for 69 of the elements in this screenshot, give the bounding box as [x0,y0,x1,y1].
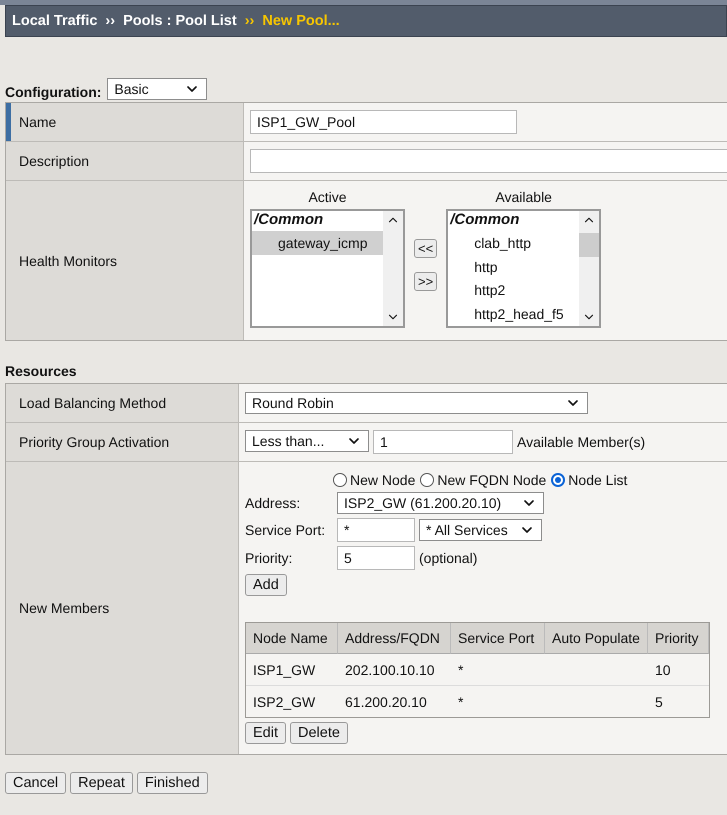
hint-text: (optional) [419,550,478,566]
monitor-option[interactable]: http2 [448,278,580,302]
radio-label: New Node [350,472,416,488]
service-port-field[interactable]: * [337,518,415,542]
radio-label: Node List [568,472,628,488]
radio-button[interactable] [551,473,566,487]
column-header: Address/FQDN [338,623,451,654]
form-button[interactable]: Finished [136,772,208,794]
field-label: Load Balancing Method [19,395,166,411]
table-cell: ISP2_GW [246,685,338,717]
priority-dropdown[interactable]: Less than... [245,430,369,452]
configuration-label: Configuration: [5,84,102,100]
move-left-button[interactable]: << [414,239,438,258]
column-header: Node Name [246,623,338,654]
scrollbar[interactable] [579,211,600,326]
priority-field[interactable]: 5 [337,546,415,570]
field-label: Address: [245,495,302,511]
monitor-option[interactable]: clab_http [448,230,580,255]
field-label: Name [19,114,56,130]
field-label: Priority: [245,550,294,566]
table-cell-text: 202.100.10.10 [344,660,436,680]
scrollbar[interactable] [383,211,403,326]
breadcrumb-item[interactable]: Local Traffic [12,13,98,29]
list-heading: Available [495,189,552,205]
column-header: Auto Populate [545,623,648,654]
monitor-option[interactable]: http2_head_f5 [448,302,580,326]
column-header: Service Port [451,623,545,654]
folder-label: /Common [448,211,520,230]
breadcrumb-separator: ›› [244,13,254,29]
address-dropdown[interactable]: ISP2_GW (61.200.20.10) [337,492,544,514]
configuration-dropdown[interactable]: Basic [107,78,208,100]
form-button[interactable]: Repeat [70,772,133,794]
radio-button[interactable] [333,473,347,487]
action-button[interactable]: Edit [245,722,286,744]
table-cell: 61.200.20.10 [338,685,451,717]
table-cell-text: * [457,660,464,680]
scroll-thumb[interactable] [579,233,600,257]
monitor-option[interactable]: http [448,254,580,278]
hint-text: Available Member(s) [517,434,646,450]
name-field[interactable]: ISP1_GW_Pool [250,110,517,134]
table-cell: * [451,685,545,717]
column-header: Priority [648,623,709,654]
breadcrumb-item: New Pool... [262,13,340,29]
section-title: Resources [5,363,78,381]
radio-label: New FQDN Node [437,472,546,488]
service-dropdown[interactable]: * All Services [419,519,542,541]
breadcrumb-item[interactable]: Pools : Pool List [123,13,237,29]
list-heading: Active [308,189,347,205]
add-button[interactable]: Add [245,574,287,596]
action-button[interactable]: Delete [290,722,348,744]
member-count-field[interactable]: 1 [373,430,513,454]
field-label: Health Monitors [19,252,118,268]
breadcrumb-separator: ›› [105,13,116,29]
move-right-button[interactable]: >> [414,272,438,291]
radio-button[interactable] [420,473,434,487]
field-label: Service Port: [245,522,326,538]
field-label: Description [19,153,90,169]
table-cell-text: ISP1_GW [252,660,316,680]
description-field[interactable] [250,149,727,173]
folder-label: /Common [252,211,324,230]
table-cell-text: 10 [654,660,672,680]
monitor-listbox[interactable]: /Common clab_http http http2 http2_head_f5 [446,209,602,328]
form-button[interactable]: Cancel [5,772,66,794]
table-cell: 5 [648,685,709,717]
monitor-option[interactable]: gateway_icmp [252,231,383,255]
monitor-listbox[interactable]: /Common gateway_icmp [250,209,405,328]
method-dropdown[interactable]: Round Robin [245,392,588,414]
field-label: Priority Group Activation [19,434,170,450]
field-label: New Members [19,600,110,616]
